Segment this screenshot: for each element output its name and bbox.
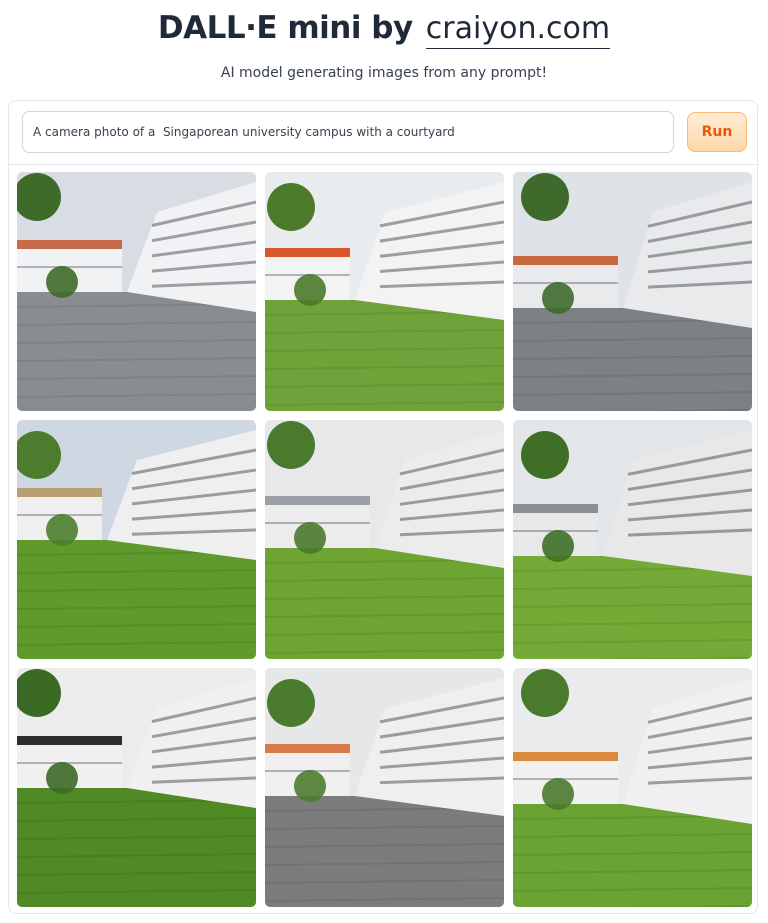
- page-subtitle: AI model generating images from any prom…: [220, 65, 548, 81]
- generator-panel: Run: [8, 100, 758, 914]
- title-row: DALL·E mini by craiyon.com: [0, 10, 768, 49]
- generated-image-illustration: [265, 172, 504, 411]
- generated-image[interactable]: [17, 668, 256, 907]
- generated-image-illustration: [265, 420, 504, 659]
- site-link[interactable]: craiyon.com: [425, 11, 611, 49]
- divider: [9, 164, 757, 165]
- generated-image[interactable]: [17, 420, 256, 659]
- generated-image[interactable]: [513, 172, 752, 411]
- generated-image[interactable]: [265, 668, 504, 907]
- generated-image-illustration: [17, 172, 256, 411]
- generated-image-illustration: [17, 420, 256, 659]
- page-title: DALL·E mini by: [157, 10, 413, 46]
- generated-image-illustration: [17, 668, 256, 907]
- header: DALL·E mini by craiyon.com AI model gene…: [0, 0, 768, 100]
- generated-image-illustration: [513, 420, 752, 659]
- generated-image-illustration: [265, 668, 504, 907]
- generated-image-illustration: [513, 172, 752, 411]
- generated-image[interactable]: [265, 172, 504, 411]
- prompt-input[interactable]: [22, 111, 674, 153]
- generated-image[interactable]: [513, 668, 752, 907]
- run-button[interactable]: Run: [687, 112, 747, 152]
- generated-image[interactable]: [17, 172, 256, 411]
- generated-image-illustration: [513, 668, 752, 907]
- generated-image[interactable]: [265, 420, 504, 659]
- generated-image[interactable]: [513, 420, 752, 659]
- image-grid: [17, 172, 752, 907]
